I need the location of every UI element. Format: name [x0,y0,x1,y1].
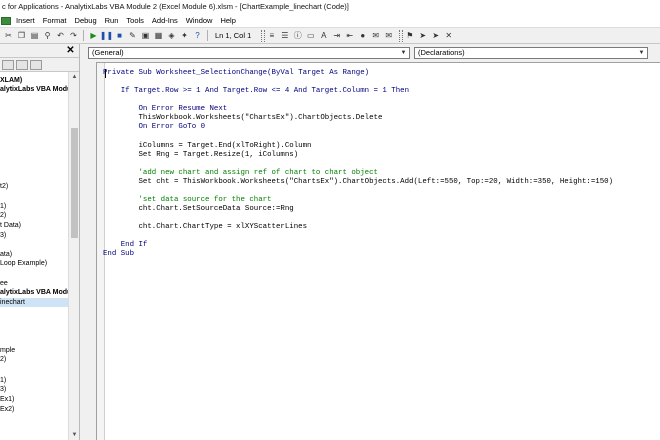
menu-tools[interactable]: Tools [122,14,148,28]
code-line[interactable]: On Error GoTo 0 [103,123,205,132]
title-bar: c for Applications - AnalytixLabs VBA Mo… [0,0,660,14]
menu-help[interactable]: Help [216,14,239,28]
toolbar-separator [207,30,208,41]
code-line[interactable]: Set cht = ThisWorkbook.Worksheets("Chart… [103,178,613,187]
tree-item[interactable]: t Data) [0,221,68,230]
undo-icon[interactable]: ↶ [55,30,66,41]
tree-item[interactable]: t2) [0,182,68,191]
project-tree-scrollbar[interactable]: ▲ ▼ [68,72,79,440]
tree-item[interactable]: mple [0,346,68,355]
tree-item[interactable]: 2) [0,211,68,220]
code-line[interactable]: On Error Resume Next [103,105,227,114]
cursor-position: Ln 1, Col 1 [215,31,252,40]
uncomment-block-icon[interactable]: ✉ [383,30,394,41]
next-bookmark-icon[interactable]: ➤ [417,30,428,41]
chevron-down-icon[interactable]: ▼ [399,48,408,58]
code-window: (General) ▼ (Declarations) ▼ Private Sub… [84,44,660,440]
parameter-info-icon[interactable]: ▭ [305,30,316,41]
project-explorer-header: ✕ [0,44,79,58]
tree-item[interactable]: ata) [0,250,68,259]
tree-item[interactable]: alytixLabs VBA Modu [0,85,68,94]
code-line[interactable]: End Sub [103,250,134,259]
tree-item[interactable]: Ex1) [0,395,68,404]
code-line[interactable]: Set Rng = Target.Resize(1, iColumns) [103,151,298,160]
tree-item[interactable]: XLAM) [0,76,68,85]
view-object-button[interactable] [16,59,28,70]
tree-item[interactable]: Loop Example) [0,259,68,268]
code-line[interactable]: ThisWorkbook.Worksheets("ChartsEx").Char… [103,114,382,123]
toggle-folders-button[interactable] [30,59,42,70]
toolbar-separator [83,30,84,41]
procedure-combo[interactable]: (Declarations) ▼ [414,47,648,59]
toggle-bookmark-icon[interactable]: ⚑ [404,30,415,41]
tree-item[interactable]: alytixLabs VBA Modu [0,288,68,297]
design-mode-icon[interactable]: ✎ [127,30,138,41]
code-line[interactable]: iColumns = Target.End(xlToRight).Column [103,142,311,151]
vbe-window: c for Applications - AnalytixLabs VBA Mo… [0,0,660,440]
menu-debug[interactable]: Debug [71,14,101,28]
outdent-icon[interactable]: ⇤ [344,30,355,41]
tree-item-selected[interactable]: inechart [0,298,68,307]
cut-icon[interactable]: ✂ [3,30,14,41]
menu-add-ins[interactable]: Add-Ins [148,14,182,28]
menu-insert[interactable]: Insert [12,14,39,28]
tree-item[interactable]: 3) [0,385,68,394]
list-properties-icon[interactable]: ≡ [266,30,277,41]
menu-run[interactable]: Run [101,14,123,28]
code-comment[interactable]: 'set data source for the chart [103,196,271,205]
scrollbar-thumb[interactable] [71,128,78,238]
toolbar-grip[interactable] [399,29,404,42]
code-comment[interactable]: 'add new chart and assign ref of chart t… [103,169,378,178]
indent-icon[interactable]: ⇥ [331,30,342,41]
complete-word-icon[interactable]: A [318,30,329,41]
reset-icon[interactable]: ■ [114,30,125,41]
project-explorer-toolbar [0,58,79,72]
tree-item[interactable]: 3) [0,231,68,240]
menu-bar: Insert Format Debug Run Tools Add-Ins Wi… [0,14,660,28]
comment-block-icon[interactable]: ✉ [370,30,381,41]
tree-item[interactable]: Ex2) [0,405,68,414]
scroll-up-icon[interactable]: ▲ [69,72,80,82]
quick-info-icon[interactable]: ⓘ [292,30,303,41]
project-explorer-icon[interactable]: ▣ [140,30,151,41]
procedure-combo-value: (Declarations) [418,48,465,57]
paste-icon[interactable]: ▤ [29,30,40,41]
properties-icon[interactable]: ▦ [153,30,164,41]
object-browser-icon[interactable]: ◈ [166,30,177,41]
run-icon[interactable]: ▶ [88,30,99,41]
toolbar-grip[interactable] [261,29,266,42]
code-line[interactable]: If Target.Row >= 1 And Target.Row <= 4 A… [103,87,409,96]
code-line[interactable]: cht.Chart.SetSourceData Source:=Rng [103,205,293,214]
find-icon[interactable]: ⚲ [42,30,53,41]
toggle-breakpoint-icon[interactable]: ● [357,30,368,41]
chevron-down-icon[interactable]: ▼ [637,48,646,58]
object-combo-value: (General) [92,48,124,57]
project-explorer: ✕ XLAM) alytixLabs VBA Modu t2) 1) 2) t … [0,44,80,440]
code-line[interactable]: cht.Chart.ChartType = xlXYScatterLines [103,223,307,232]
help-icon[interactable]: ? [192,30,203,41]
code-line[interactable]: Private Sub Worksheet_SelectionChange(By… [103,69,369,78]
redo-icon[interactable]: ↷ [68,30,79,41]
excel-view-icon[interactable] [1,16,11,25]
menu-window[interactable]: Window [182,14,217,28]
list-constants-icon[interactable]: ☰ [279,30,290,41]
tree-item[interactable]: 1) [0,202,68,211]
tree-item[interactable]: ee [0,279,68,288]
code-editor[interactable]: Private Sub Worksheet_SelectionChange(By… [96,62,660,440]
prev-bookmark-icon[interactable]: ➤ [430,30,441,41]
close-icon[interactable]: ✕ [65,45,76,56]
menu-format[interactable]: Format [39,14,71,28]
copy-icon[interactable]: ❐ [16,30,27,41]
object-combo[interactable]: (General) ▼ [88,47,410,59]
break-icon[interactable]: ❚❚ [100,30,113,41]
toolbox-icon[interactable]: ✦ [179,30,190,41]
tree-item[interactable]: 2) [0,355,68,364]
view-code-button[interactable] [2,59,14,70]
tree-item[interactable]: 1) [0,376,68,385]
standard-toolbar: ✂ ❐ ▤ ⚲ ↶ ↷ ▶ ❚❚ ■ ✎ ▣ ▦ ◈ ✦ ? Ln 1, Col… [0,28,660,44]
scroll-down-icon[interactable]: ▼ [69,430,80,440]
clear-bookmarks-icon[interactable]: ✕ [443,30,454,41]
code-line[interactable]: End If [103,241,148,250]
